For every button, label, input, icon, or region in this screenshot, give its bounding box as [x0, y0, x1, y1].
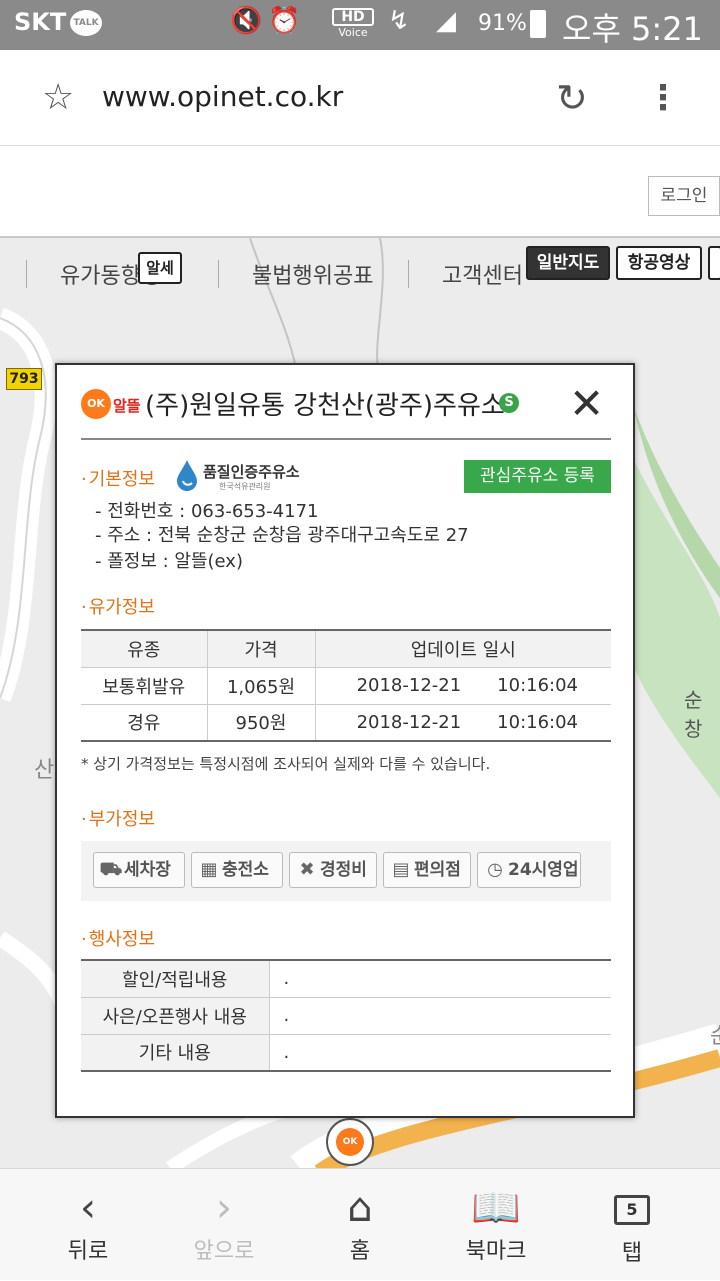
- map-type-more[interactable]: [708, 246, 720, 280]
- tabs-icon: 5: [614, 1195, 650, 1225]
- more-menu-icon[interactable]: ⋮: [646, 76, 680, 120]
- browser-bottom-nav: ‹ 뒤로 › 앞으로 ⌂ 홈 📖 북마크 5 탭: [0, 1168, 720, 1280]
- status-bar: SKT TALK 🔇⏰ HD Voice ↯ ◢ 91% 오후 5:21: [0, 0, 720, 50]
- register-favorite-button[interactable]: 관심주유소 등록: [464, 460, 611, 493]
- event-value: .: [268, 1034, 611, 1072]
- service-maintenance: ✖ 경정비: [289, 852, 377, 888]
- quality-cert-label: 품질인증주유소: [203, 463, 300, 481]
- tabs-button[interactable]: 5 탭: [560, 1169, 704, 1281]
- update-time: 10:16:04: [479, 667, 611, 705]
- back-button[interactable]: ‹ 뒤로: [16, 1169, 160, 1281]
- column-header: 업데이트 일시: [314, 630, 611, 668]
- fuel-type: 경유: [81, 704, 207, 742]
- battery-icon: [530, 10, 546, 38]
- fuel-type: 보통휘발유: [81, 667, 207, 705]
- chevron-left-icon: ‹: [80, 1185, 96, 1231]
- battery-percent: 91%: [478, 11, 527, 36]
- car-icon: ⛟: [99, 859, 123, 880]
- menu-separator: [218, 260, 219, 288]
- road-number-sign: 793: [6, 368, 42, 390]
- kakaotalk-icon: TALK: [70, 10, 102, 36]
- hd-voice-icon: HD Voice: [332, 8, 374, 40]
- url-field[interactable]: www.opinet.co.kr: [102, 80, 343, 113]
- station-marker[interactable]: OK: [326, 1118, 374, 1166]
- home-button[interactable]: ⌂ 홈: [288, 1169, 432, 1281]
- update-date: 2018-12-21: [314, 704, 480, 742]
- pole-info: - 폴정보 : 알뜰(ex): [95, 551, 243, 572]
- browser-url-bar: ☆ www.opinet.co.kr ↻ ⋮: [0, 50, 720, 146]
- menu-customer-center[interactable]: 고객센터: [442, 258, 523, 290]
- menu-violations[interactable]: 불법행위공표: [252, 258, 373, 290]
- section-title-prices: 유가정보: [81, 593, 155, 619]
- station-info-popup: OK 알뜰 (주)원일유통 강천산(광주)주유소 S ✕ 기본정보 품질인증주유…: [55, 363, 635, 1118]
- menu-separator: [408, 260, 409, 288]
- fuel-price: 950원: [206, 704, 315, 742]
- map-type-normal[interactable]: 일반지도: [526, 246, 610, 280]
- map-label: 순창: [684, 688, 703, 741]
- brand-name: 알뜰: [113, 397, 141, 415]
- map-label: 산: [34, 758, 55, 783]
- self-service-badge: S: [499, 393, 519, 413]
- column-header: 유종: [81, 630, 207, 668]
- bookmarks-button[interactable]: 📖 북마크: [424, 1169, 568, 1281]
- status-icons: 🔇⏰: [230, 6, 307, 36]
- price-disclaimer: * 상기 가격정보는 특정시점에 조사되어 실제와 다를 수 있습니다.: [81, 755, 491, 773]
- table-row: 사은/오픈행사 내용 .: [81, 997, 611, 1035]
- service-convenience-store: ▤ 편의점: [383, 852, 471, 888]
- service-car-wash: ⛟세차장: [93, 852, 185, 888]
- event-label: 사은/오픈행사 내용: [81, 997, 269, 1035]
- store-icon: ▤: [392, 859, 410, 880]
- close-icon[interactable]: ✕: [569, 381, 604, 427]
- carrier-label: SKT: [14, 8, 67, 36]
- fuel-price: 1,065원: [206, 667, 315, 705]
- table-row: 경유 950원 2018-12-21 10:16:04: [81, 704, 611, 742]
- site-header: 로그인: [0, 146, 720, 238]
- bookmark-star-icon[interactable]: ☆: [42, 78, 74, 118]
- event-label: 기타 내용: [81, 1034, 269, 1072]
- title-divider: [81, 438, 611, 440]
- event-value: .: [268, 997, 611, 1035]
- charger-icon: ▦: [200, 859, 218, 880]
- quality-cert-org: 한국석유관리원: [219, 482, 271, 491]
- service-charging: ▦ 충전소: [191, 852, 283, 888]
- phone-number[interactable]: - 전화번호 : 063-653-4171: [95, 497, 318, 523]
- table-row: 보통휘발유 1,065원 2018-12-21 10:16:04: [81, 667, 611, 705]
- quality-cert-icon: [177, 460, 197, 491]
- overlap-badge[interactable]: 알세: [138, 252, 182, 284]
- event-label: 할인/적립내용: [81, 960, 269, 998]
- section-title-extra: 부가정보: [81, 805, 155, 831]
- section-title-basic: 기본정보: [81, 465, 155, 491]
- map-type-aerial[interactable]: 항공영상: [616, 246, 702, 280]
- update-time: 10:16:04: [479, 704, 611, 742]
- wifi-icon: ↯: [388, 6, 410, 36]
- 24h-icon: ◷: [487, 859, 503, 880]
- map-label: 순: [710, 1018, 720, 1050]
- station-name: (주)원일유통 강천산(광주)주유소: [145, 391, 505, 421]
- event-table: 할인/적립내용 . 사은/오픈행사 내용 . 기타 내용 .: [81, 959, 611, 1072]
- home-icon: ⌂: [347, 1185, 373, 1231]
- table-row: 기타 내용 .: [81, 1034, 611, 1072]
- forward-button[interactable]: › 앞으로: [152, 1169, 296, 1281]
- brand-logo-icon: OK: [81, 389, 111, 419]
- table-header-row: 유종 가격 업데이트 일시: [81, 630, 611, 668]
- book-icon: 📖: [471, 1185, 521, 1231]
- event-value: .: [268, 960, 611, 998]
- service-24h: ◷ 24시영업: [477, 852, 581, 888]
- reload-icon[interactable]: ↻: [556, 76, 588, 120]
- login-button[interactable]: 로그인: [648, 176, 720, 216]
- clock: 오후 5:21: [562, 10, 703, 48]
- services-box: ⛟세차장 ▦ 충전소 ✖ 경정비 ▤ 편의점 ◷ 24시영업: [81, 841, 611, 901]
- signal-icon: ◢: [436, 6, 456, 36]
- section-title-events: 행사정보: [81, 925, 155, 951]
- column-header: 가격: [206, 630, 315, 668]
- update-date: 2018-12-21: [314, 667, 480, 705]
- table-row: 할인/적립내용 .: [81, 960, 611, 998]
- address: - 주소 : 전북 순창군 순창읍 광주대구고속도로 27: [95, 525, 469, 546]
- wrench-icon: ✖: [299, 859, 315, 880]
- menu-separator: [26, 260, 27, 288]
- price-table: 유종 가격 업데이트 일시 보통휘발유 1,065원 2018-12-21 10…: [81, 629, 611, 742]
- chevron-right-icon: ›: [216, 1185, 232, 1231]
